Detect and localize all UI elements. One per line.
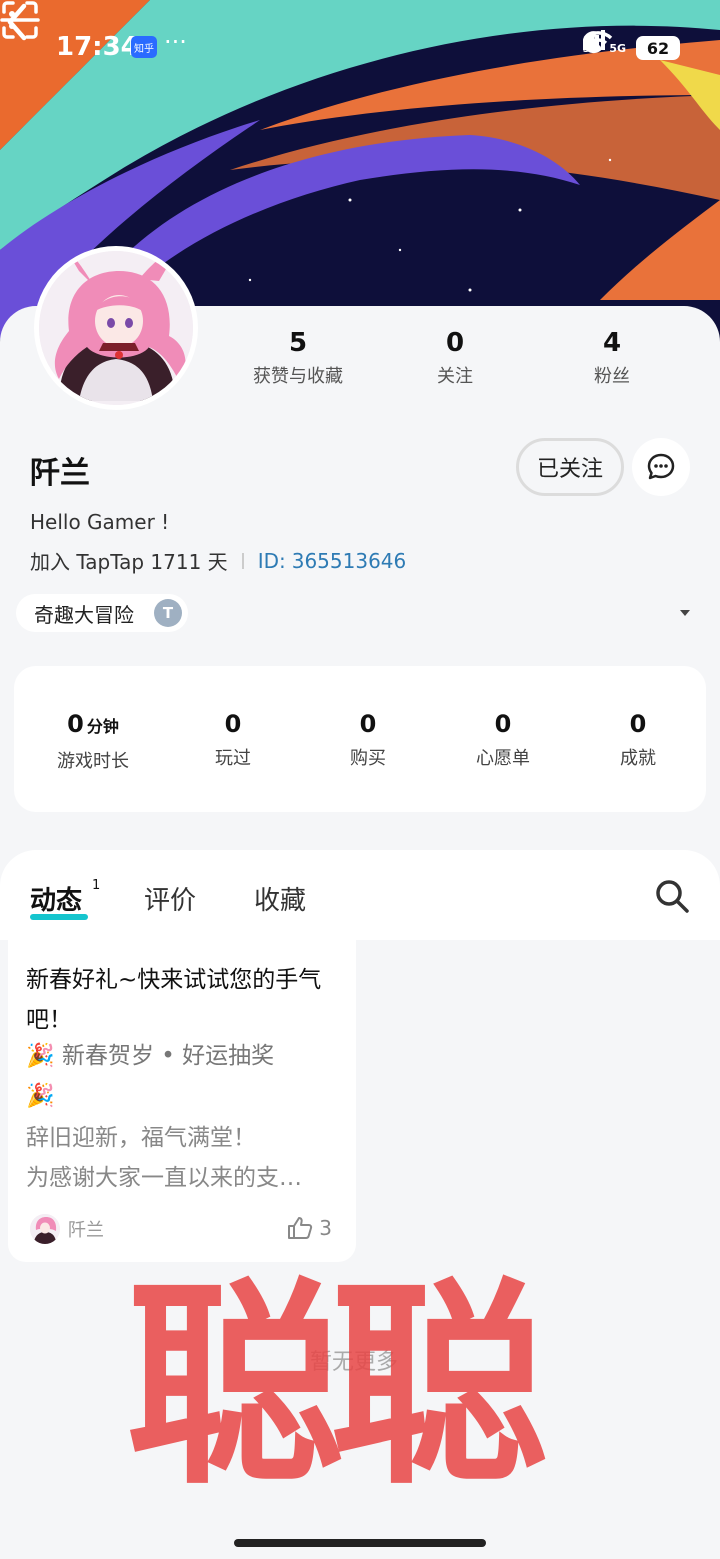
badge-chip[interactable]: 奇趣大冒险 T [16,594,188,632]
user-id[interactable]: 365513646 [292,549,407,573]
stat-purchased[interactable]: 0 购买 [303,710,433,770]
stat-likes[interactable]: 5 获赞与收藏 [228,328,368,388]
watermark-overlay: 聪聪 [126,1261,548,1514]
tab-favorites[interactable]: 收藏 [254,880,306,917]
tab-activity-count: 1 [92,878,101,893]
id-label: ID: [257,548,286,573]
status-right: 5G 5G 62 [582,30,680,66]
chat-bubble-icon [647,453,675,480]
taptap-badge-icon: T [154,599,182,627]
stat-followers[interactable]: 4 粉丝 [542,328,682,388]
zhihu-app-icon: 知乎 [131,36,157,58]
game-stats-card: 0 分钟 游戏时长 0 玩过 0 购买 0 心愿单 0 成就 [14,666,706,812]
thumbs-up-icon [288,1217,313,1239]
bio: Hello Gamer ! [30,510,170,534]
status-bar: 17:34 知乎 ··· 5G 5G 62 [0,28,720,68]
username: 阡兰 [30,456,90,491]
divider [241,552,244,569]
feed-tags: 🎉 新春贺岁 • 好运抽奖 🎉 [26,1043,275,1109]
battery-indicator: 62 [636,36,680,60]
avatar[interactable] [34,246,198,410]
caret-down-icon[interactable] [678,606,692,620]
like-count: 3 [319,1216,332,1240]
more-vertical-icon[interactable] [0,0,24,44]
badge-label: 奇趣大冒险 [34,602,134,627]
followed-button[interactable]: 已关注 [516,438,624,496]
stat-achievements[interactable]: 0 成就 [573,710,703,770]
wifi-icon [583,31,612,51]
feed-author[interactable]: 阡兰 [30,1214,104,1244]
join-days: 加入 TapTap 1711 天 [30,550,228,574]
status-time: 17:34 [56,32,139,62]
like-button[interactable]: 3 [287,1216,332,1240]
stat-wishlist[interactable]: 0 心愿单 [438,710,568,770]
stat-playtime[interactable]: 0 分钟 游戏时长 [28,710,158,773]
tab-activity[interactable]: 动态 [30,880,82,917]
avatar-image [39,251,193,405]
feed-title: 新春好礼~快来试试您的手气吧！ [26,967,322,1033]
author-avatar [30,1214,60,1244]
tab-reviews[interactable]: 评价 [144,880,196,917]
message-button[interactable] [632,438,690,496]
home-indicator[interactable] [234,1539,486,1547]
status-more: ··· [164,28,187,56]
tab-indicator [30,914,88,920]
search-icon[interactable] [654,878,690,914]
join-info: 加入 TapTap 1711 天 ID: 365513646 [30,546,406,575]
feed-card[interactable]: 新春好礼~快来试试您的手气吧！ 🎉 新春贺岁 • 好运抽奖 🎉 辞旧迎新，福气满… [8,940,356,1262]
stat-following[interactable]: 0 关注 [385,328,525,388]
author-name: 阡兰 [68,1220,104,1241]
stat-played[interactable]: 0 玩过 [168,710,298,770]
tab-bar: 动态 1 评价 收藏 [0,850,720,940]
feed-excerpt: 辞旧迎新，福气满堂！ 为感谢大家一直以来的支… [26,1125,302,1191]
